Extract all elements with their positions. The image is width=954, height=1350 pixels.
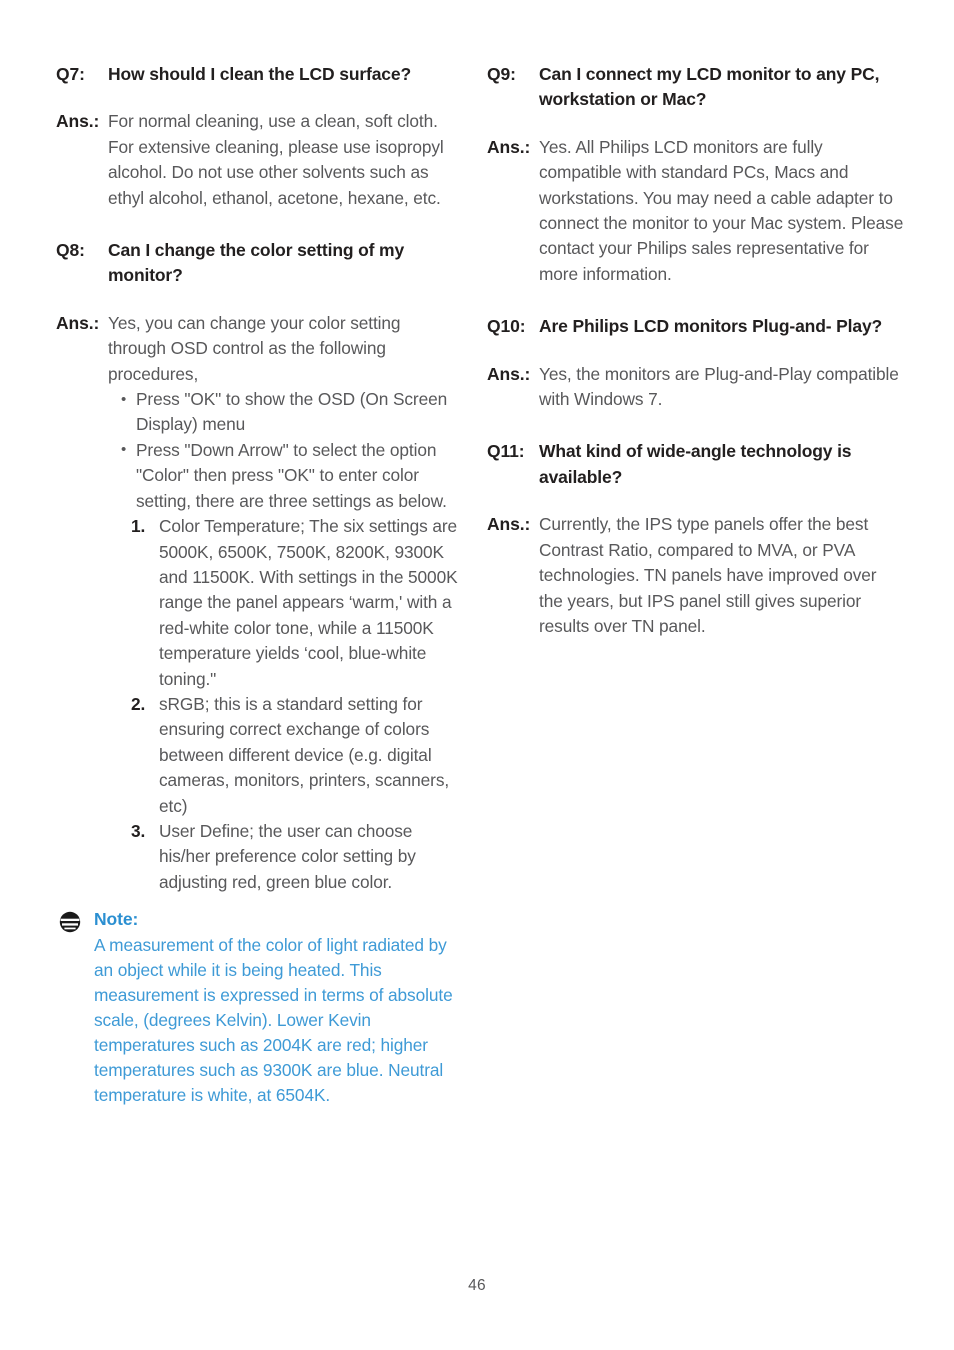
question-block-q8: Q8: Can I change the color setting of my…: [56, 238, 459, 289]
q7-answer-text: For normal cleaning, use a clean, soft c…: [108, 111, 444, 208]
q8-label: Q8:: [56, 240, 85, 261]
item-text: User Define; the user can choose his/her…: [159, 820, 416, 892]
list-item: Press "Down Arrow" to select the option …: [120, 437, 459, 514]
two-column-body: Q7: How should I clean the LCD surface? …: [0, 62, 954, 1108]
q10-label: Q10:: [487, 316, 526, 337]
item-number: 2.: [131, 693, 146, 714]
note-title: Note:: [94, 909, 139, 930]
q8-numbered-list: 1. Color Temperature; The six settings a…: [108, 514, 459, 895]
list-item: 1. Color Temperature; The six settings a…: [131, 514, 459, 692]
note-icon: [59, 911, 81, 933]
item-text: sRGB; this is a standard setting for ens…: [159, 693, 450, 816]
note-body-text: A measurement of the color of light radi…: [94, 934, 453, 1105]
q9-question-text: Can I connect my LCD monitor to any PC, …: [539, 64, 880, 110]
q9-answer-text: Yes. All Philips LCD monitors are fully …: [539, 136, 904, 284]
list-item: Press "OK" to show the OSD (On Screen Di…: [120, 387, 459, 438]
q7-question-text: How should I clean the LCD surface?: [108, 64, 411, 84]
q10-ans-label: Ans.:: [487, 363, 531, 384]
q10-question-text: Are Philips LCD monitors Plug-and- Play?: [539, 316, 883, 337]
item-number: 3.: [131, 820, 146, 841]
q11-answer-text: Currently, the IPS type panels offer the…: [539, 514, 877, 636]
list-item: 3. User Define; the user can choose his/…: [131, 819, 459, 895]
question-block-q11: Q11: What kind of wide-angle technology …: [487, 439, 904, 490]
item-text: Color Temperature; The six settings are …: [159, 516, 458, 689]
q7-ans-label: Ans.:: [56, 111, 100, 132]
page-number: 46: [468, 1277, 486, 1294]
q8-bullet-list: Press "OK" to show the OSD (On Screen Di…: [108, 387, 459, 514]
document-page: Q7: How should I clean the LCD surface? …: [0, 0, 954, 1350]
q8-ans-label: Ans.:: [56, 312, 100, 333]
q10-answer-text: Yes, the monitors are Plug-and-Play comp…: [539, 363, 899, 410]
q11-question-text: What kind of wide-angle technology is av…: [539, 441, 852, 487]
q8-question-text: Can I change the color setting of my mon…: [108, 240, 405, 286]
answer-block-q7: Ans.: For normal cleaning, use a clean, …: [56, 109, 459, 211]
item-number: 1.: [131, 516, 146, 537]
list-item: 2. sRGB; this is a standard setting for …: [131, 692, 459, 819]
answer-block-q8: Ans.: Yes, you can change your color set…: [56, 311, 459, 895]
question-block-q10: Q10: Are Philips LCD monitors Plug-and- …: [487, 314, 904, 339]
question-block-q9: Q9: Can I connect my LCD monitor to any …: [487, 62, 904, 113]
q7-label: Q7:: [56, 64, 85, 84]
answer-block-q9: Ans.: Yes. All Philips LCD monitors are …: [487, 135, 904, 287]
q9-label: Q9:: [487, 64, 516, 84]
answer-block-q10: Ans.: Yes, the monitors are Plug-and-Pla…: [487, 362, 904, 413]
note-callout: Note: A measurement of the color of ligh…: [56, 907, 459, 1107]
q9-ans-label: Ans.:: [487, 136, 531, 157]
q11-label: Q11:: [487, 441, 525, 462]
right-column: Q9: Can I connect my LCD monitor to any …: [477, 62, 954, 639]
answer-block-q11: Ans.: Currently, the IPS type panels off…: [487, 512, 904, 639]
left-column: Q7: How should I clean the LCD surface? …: [0, 62, 477, 1108]
q8-answer-intro: Yes, you can change your color setting t…: [108, 312, 401, 384]
q8-answer-body: Yes, you can change your color setting t…: [108, 311, 459, 895]
q11-ans-label: Ans.:: [487, 514, 531, 535]
question-block-q7: Q7: How should I clean the LCD surface?: [56, 62, 459, 87]
